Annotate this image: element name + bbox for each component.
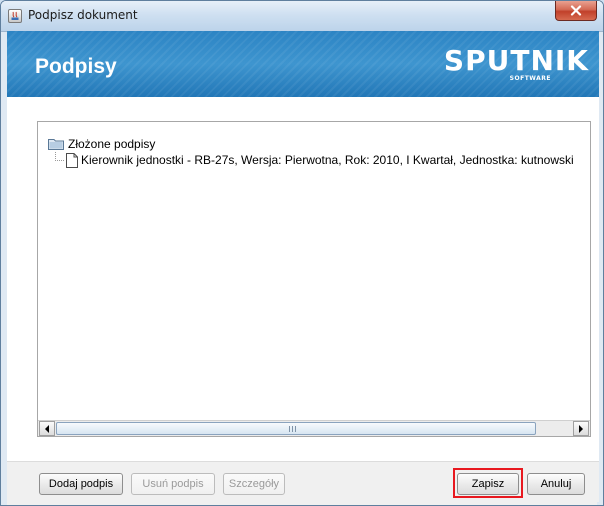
title-bar[interactable]: Podpisz dokument <box>1 1 603 32</box>
folder-icon <box>48 139 64 150</box>
scroll-right-button[interactable] <box>573 421 589 436</box>
window-title: Podpisz dokument <box>28 8 138 22</box>
remove-signature-button[interactable]: Usuń podpis <box>131 473 215 495</box>
cancel-button[interactable]: Anuluj <box>527 473 585 495</box>
button-bar: Dodaj podpis Usuń podpis Szczegóły Zapis… <box>7 461 599 502</box>
logo-text: SPUTNIK <box>443 44 589 77</box>
tree-item-label: Kierownik jednostki - RB-27s, Wersja: Pi… <box>81 153 574 167</box>
tree-root-label: Złożone podpisy <box>68 137 156 151</box>
header-banner: Podpisy SPUTNIK SOFTWARE <box>7 31 599 97</box>
scroll-thumb[interactable] <box>56 422 536 435</box>
add-signature-button[interactable]: Dodaj podpis <box>39 473 123 495</box>
tree-connector-h <box>55 160 64 162</box>
document-icon <box>66 152 78 168</box>
horizontal-scrollbar[interactable] <box>38 420 590 436</box>
details-button[interactable]: Szczegóły <box>223 473 285 495</box>
sputnik-logo: SPUTNIK SOFTWARE <box>444 44 589 84</box>
scroll-grip-icon <box>289 426 296 432</box>
logo-subtext: SOFTWARE <box>509 75 551 82</box>
scroll-left-button[interactable] <box>39 421 55 436</box>
sign-document-dialog: Podpisz dokument Podpisy SPUTNIK SOFTWAR… <box>0 0 604 506</box>
tree-root-node[interactable]: Złożone podpisy <box>48 136 155 152</box>
arrow-right-icon <box>579 425 583 433</box>
close-icon <box>570 5 582 16</box>
close-button[interactable] <box>555 1 597 21</box>
arrow-left-icon <box>45 425 49 433</box>
tree-item[interactable]: Kierownik jednostki - RB-27s, Wersja: Pi… <box>66 152 574 168</box>
content-area: Złożone podpisy Kierownik jednostki - RB… <box>7 97 599 501</box>
signatures-tree[interactable]: Złożone podpisy Kierownik jednostki - RB… <box>37 121 591 437</box>
save-button[interactable]: Zapisz <box>457 473 519 495</box>
banner-title: Podpisy <box>35 55 117 78</box>
java-app-icon <box>8 9 22 23</box>
